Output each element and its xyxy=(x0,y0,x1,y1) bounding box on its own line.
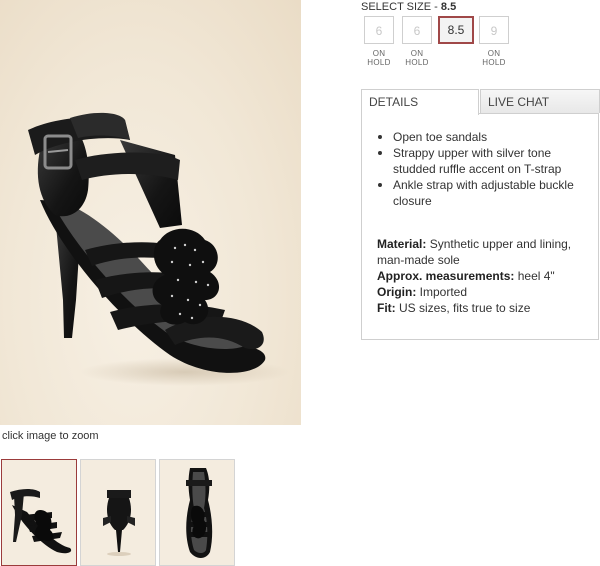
size-label-text: SELECT SIZE - xyxy=(361,1,438,13)
list-item: Strappy upper with silver tone studded r… xyxy=(376,145,581,177)
spec-value: Imported xyxy=(419,285,468,299)
details-bullet-list: Open toe sandals Strappy upper with silv… xyxy=(376,129,581,209)
spec-label: Approx. measurements: xyxy=(377,269,515,283)
thumbnail-top-view[interactable] xyxy=(159,459,235,566)
thumbnail-image xyxy=(103,490,135,556)
thumbnail-back-view[interactable] xyxy=(80,459,156,566)
spec-label: Material: xyxy=(377,237,427,251)
on-hold-label: ON HOLD xyxy=(482,49,506,67)
product-main-image[interactable] xyxy=(0,0,301,425)
size-option-6[interactable]: 6 xyxy=(364,16,394,44)
tab-live-chat[interactable]: LIVE CHAT xyxy=(480,89,600,113)
spec-value: US sizes, fits true to size xyxy=(399,301,531,315)
list-item: Ankle strap with adjustable buckle closu… xyxy=(376,177,581,209)
size-option-8-5[interactable]: 8.5 xyxy=(438,16,474,44)
thumbnail-image xyxy=(10,489,72,554)
size-option-9[interactable]: 9 xyxy=(479,16,509,44)
spec-label: Fit: xyxy=(377,301,396,315)
thumbnail-angled-view[interactable] xyxy=(1,459,77,566)
product-specs: Material: Synthetic upper and lining, ma… xyxy=(377,236,592,316)
selected-size-value: 8.5 xyxy=(440,1,457,13)
spec-label: Origin: xyxy=(377,285,417,299)
zoom-caption: click image to zoom xyxy=(2,430,99,442)
details-panel: Open toe sandals Strappy upper with silv… xyxy=(361,113,599,340)
spec-measurements: Approx. measurements: heel 4" xyxy=(377,268,592,284)
size-selector-label: SELECT SIZE - 8.5 xyxy=(361,1,456,13)
black-strappy-sandal-image xyxy=(28,112,290,386)
size-option-6-alt[interactable]: 6 xyxy=(402,16,432,44)
on-hold-label: ON HOLD xyxy=(367,49,391,67)
spec-origin: Origin: Imported xyxy=(377,284,592,300)
tab-details[interactable]: DETAILS xyxy=(361,89,479,115)
list-item: Open toe sandals xyxy=(376,129,581,145)
on-hold-label: ON HOLD xyxy=(405,49,429,67)
thumbnail-image xyxy=(186,468,213,558)
spec-material: Material: Synthetic upper and lining, ma… xyxy=(377,236,592,268)
spec-value: heel 4" xyxy=(517,269,555,283)
spec-fit: Fit: US sizes, fits true to size xyxy=(377,300,592,316)
